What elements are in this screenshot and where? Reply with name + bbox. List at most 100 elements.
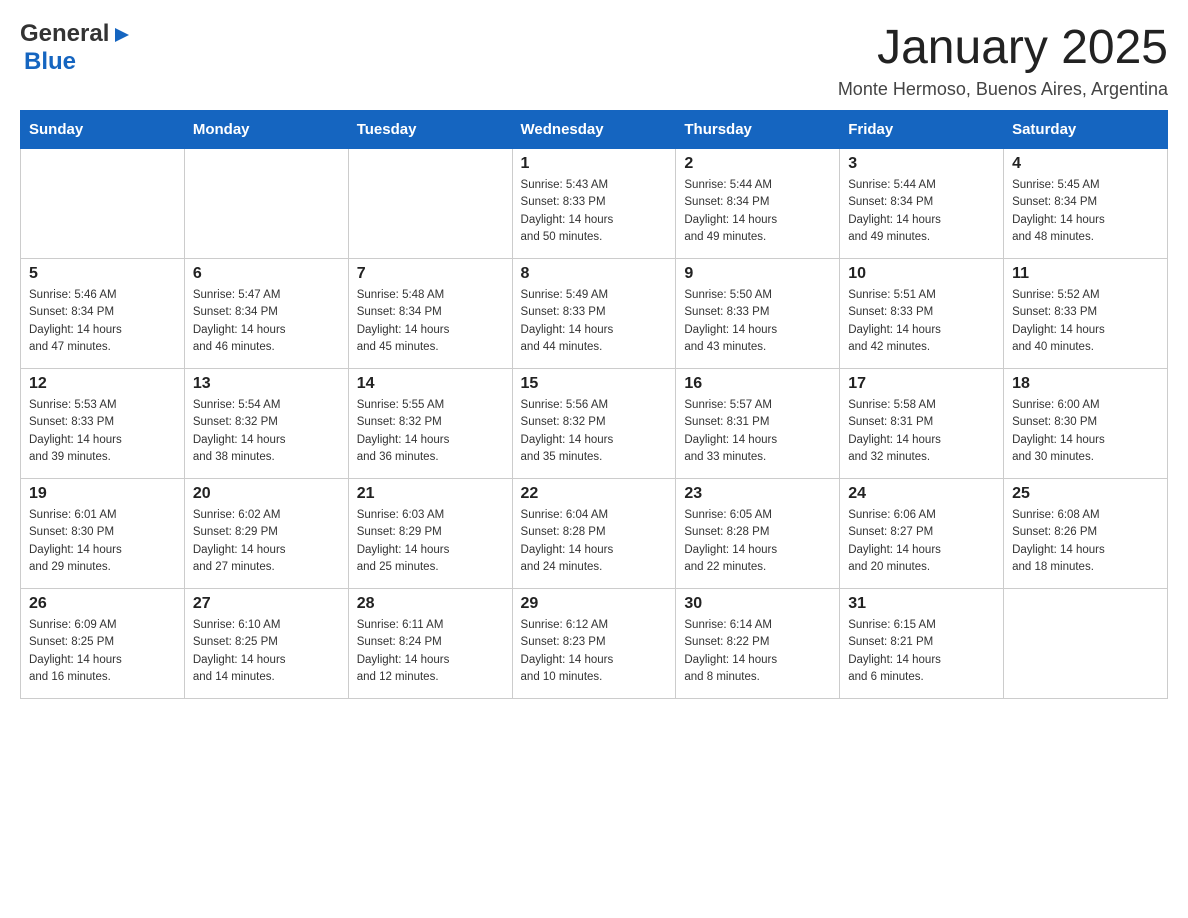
day-number: 26: [29, 595, 176, 613]
table-row: [21, 149, 185, 259]
header-monday: Monday: [184, 111, 348, 149]
day-number: 9: [684, 265, 831, 283]
day-info: Sunrise: 6:11 AM Sunset: 8:24 PM Dayligh…: [357, 617, 504, 686]
day-number: 16: [684, 375, 831, 393]
day-number: 30: [684, 595, 831, 613]
page-header: General Blue January 2025 Monte Hermoso,…: [20, 20, 1168, 100]
table-row: 29 Sunrise: 6:12 AM Sunset: 8:23 PM Dayli…: [512, 589, 676, 699]
day-info: Sunrise: 5:43 AM Sunset: 8:33 PM Dayligh…: [521, 177, 668, 246]
calendar-week-row: 1 Sunrise: 5:43 AM Sunset: 8:33 PM Daylig…: [21, 149, 1168, 259]
day-number: 23: [684, 485, 831, 503]
table-row: [1004, 589, 1168, 699]
day-number: 3: [848, 155, 995, 173]
table-row: 8Sunrise: 5:49 AM Sunset: 8:33 PM Daylig…: [512, 259, 676, 369]
table-row: 2 Sunrise: 5:44 AM Sunset: 8:34 PM Daylig…: [676, 149, 840, 259]
day-info: Sunrise: 5:45 AM Sunset: 8:34 PM Dayligh…: [1012, 177, 1159, 246]
day-info: Sunrise: 5:52 AM Sunset: 8:33 PM Dayligh…: [1012, 287, 1159, 356]
day-number: 29: [521, 595, 668, 613]
day-number: 13: [193, 375, 340, 393]
title-block: January 2025 Monte Hermoso, Buenos Aires…: [838, 20, 1168, 100]
day-number: 6: [193, 265, 340, 283]
day-number: 31: [848, 595, 995, 613]
day-number: 18: [1012, 375, 1159, 393]
table-row: 1 Sunrise: 5:43 AM Sunset: 8:33 PM Daylig…: [512, 149, 676, 259]
day-info: Sunrise: 5:58 AM Sunset: 8:31 PM Dayligh…: [848, 397, 995, 466]
header-friday: Friday: [840, 111, 1004, 149]
day-info: Sunrise: 6:10 AM Sunset: 8:25 PM Dayligh…: [193, 617, 340, 686]
day-info: Sunrise: 5:47 AM Sunset: 8:34 PM Dayligh…: [193, 287, 340, 356]
day-number: 10: [848, 265, 995, 283]
day-info: Sunrise: 6:09 AM Sunset: 8:25 PM Dayligh…: [29, 617, 176, 686]
day-number: 14: [357, 375, 504, 393]
day-number: 28: [357, 595, 504, 613]
day-info: Sunrise: 5:48 AM Sunset: 8:34 PM Dayligh…: [357, 287, 504, 356]
day-info: Sunrise: 6:01 AM Sunset: 8:30 PM Dayligh…: [29, 507, 176, 576]
table-row: 3 Sunrise: 5:44 AM Sunset: 8:34 PM Daylig…: [840, 149, 1004, 259]
header-thursday: Thursday: [676, 111, 840, 149]
table-row: 10 Sunrise: 5:51 AM Sunset: 8:33 PM Dayli…: [840, 259, 1004, 369]
day-info: Sunrise: 5:54 AM Sunset: 8:32 PM Dayligh…: [193, 397, 340, 466]
table-row: 4 Sunrise: 5:45 AM Sunset: 8:34 PM Daylig…: [1004, 149, 1168, 259]
day-number: 4: [1012, 155, 1159, 173]
day-number: 8: [521, 265, 668, 283]
table-row: 11 Sunrise: 5:52 AM Sunset: 8:33 PM Dayli…: [1004, 259, 1168, 369]
table-row: 14 Sunrise: 5:55 AM Sunset: 8:32 PM Dayli…: [348, 369, 512, 479]
calendar-table: Sunday Monday Tuesday Wednesday Thursday…: [20, 110, 1168, 699]
day-number: 17: [848, 375, 995, 393]
day-info: Sunrise: 5:46 AM Sunset: 8:34 PM Dayligh…: [29, 287, 176, 356]
header-wednesday: Wednesday: [512, 111, 676, 149]
day-number: 27: [193, 595, 340, 613]
day-info: Sunrise: 5:55 AM Sunset: 8:32 PM Dayligh…: [357, 397, 504, 466]
day-number: 11: [1012, 265, 1159, 283]
table-row: 20 Sunrise: 6:02 AM Sunset: 8:29 PM Dayli…: [184, 479, 348, 589]
table-row: 19Sunrise: 6:01 AM Sunset: 8:30 PM Dayli…: [21, 479, 185, 589]
day-number: 5: [29, 265, 176, 283]
table-row: 26 Sunrise: 6:09 AM Sunset: 8:25 PM Dayli…: [21, 589, 185, 699]
day-info: Sunrise: 5:44 AM Sunset: 8:34 PM Dayligh…: [684, 177, 831, 246]
logo: General Blue: [20, 20, 133, 76]
day-info: Sunrise: 6:14 AM Sunset: 8:22 PM Dayligh…: [684, 617, 831, 686]
day-number: 15: [521, 375, 668, 393]
table-row: 23 Sunrise: 6:05 AM Sunset: 8:28 PM Dayli…: [676, 479, 840, 589]
day-info: Sunrise: 5:51 AM Sunset: 8:33 PM Dayligh…: [848, 287, 995, 356]
logo-general-text: General: [20, 20, 109, 48]
day-info: Sunrise: 5:53 AM Sunset: 8:33 PM Dayligh…: [29, 397, 176, 466]
table-row: 22Sunrise: 6:04 AM Sunset: 8:28 PM Dayli…: [512, 479, 676, 589]
header-saturday: Saturday: [1004, 111, 1168, 149]
table-row: 25Sunrise: 6:08 AM Sunset: 8:26 PM Dayli…: [1004, 479, 1168, 589]
day-info: Sunrise: 5:56 AM Sunset: 8:32 PM Dayligh…: [521, 397, 668, 466]
table-row: [184, 149, 348, 259]
day-number: 2: [684, 155, 831, 173]
calendar-week-row: 5 Sunrise: 5:46 AM Sunset: 8:34 PM Daylig…: [21, 259, 1168, 369]
calendar-header-row: Sunday Monday Tuesday Wednesday Thursday…: [21, 111, 1168, 149]
day-info: Sunrise: 6:15 AM Sunset: 8:21 PM Dayligh…: [848, 617, 995, 686]
header-sunday: Sunday: [21, 111, 185, 149]
table-row: 7 Sunrise: 5:48 AM Sunset: 8:34 PM Daylig…: [348, 259, 512, 369]
day-info: Sunrise: 6:04 AM Sunset: 8:28 PM Dayligh…: [521, 507, 668, 576]
table-row: 28 Sunrise: 6:11 AM Sunset: 8:24 PM Dayli…: [348, 589, 512, 699]
day-number: 7: [357, 265, 504, 283]
day-info: Sunrise: 6:00 AM Sunset: 8:30 PM Dayligh…: [1012, 397, 1159, 466]
day-info: Sunrise: 6:02 AM Sunset: 8:29 PM Dayligh…: [193, 507, 340, 576]
day-number: 24: [848, 485, 995, 503]
table-row: 16Sunrise: 5:57 AM Sunset: 8:31 PM Dayli…: [676, 369, 840, 479]
day-info: Sunrise: 6:12 AM Sunset: 8:23 PM Dayligh…: [521, 617, 668, 686]
table-row: [348, 149, 512, 259]
day-info: Sunrise: 6:06 AM Sunset: 8:27 PM Dayligh…: [848, 507, 995, 576]
table-row: 15 Sunrise: 5:56 AM Sunset: 8:32 PM Dayli…: [512, 369, 676, 479]
day-info: Sunrise: 5:44 AM Sunset: 8:34 PM Dayligh…: [848, 177, 995, 246]
calendar-week-row: 26 Sunrise: 6:09 AM Sunset: 8:25 PM Dayli…: [21, 589, 1168, 699]
table-row: 6 Sunrise: 5:47 AM Sunset: 8:34 PM Daylig…: [184, 259, 348, 369]
day-number: 1: [521, 155, 668, 173]
location-subtitle: Monte Hermoso, Buenos Aires, Argentina: [838, 79, 1168, 100]
table-row: 18 Sunrise: 6:00 AM Sunset: 8:30 PM Dayli…: [1004, 369, 1168, 479]
table-row: 5 Sunrise: 5:46 AM Sunset: 8:34 PM Daylig…: [21, 259, 185, 369]
table-row: 9 Sunrise: 5:50 AM Sunset: 8:33 PM Daylig…: [676, 259, 840, 369]
logo-blue-text: Blue: [24, 48, 76, 75]
day-info: Sunrise: 6:05 AM Sunset: 8:28 PM Dayligh…: [684, 507, 831, 576]
table-row: 21Sunrise: 6:03 AM Sunset: 8:29 PM Dayli…: [348, 479, 512, 589]
table-row: 24 Sunrise: 6:06 AM Sunset: 8:27 PM Dayli…: [840, 479, 1004, 589]
table-row: 12Sunrise: 5:53 AM Sunset: 8:33 PM Dayli…: [21, 369, 185, 479]
day-info: Sunrise: 5:50 AM Sunset: 8:33 PM Dayligh…: [684, 287, 831, 356]
day-number: 20: [193, 485, 340, 503]
